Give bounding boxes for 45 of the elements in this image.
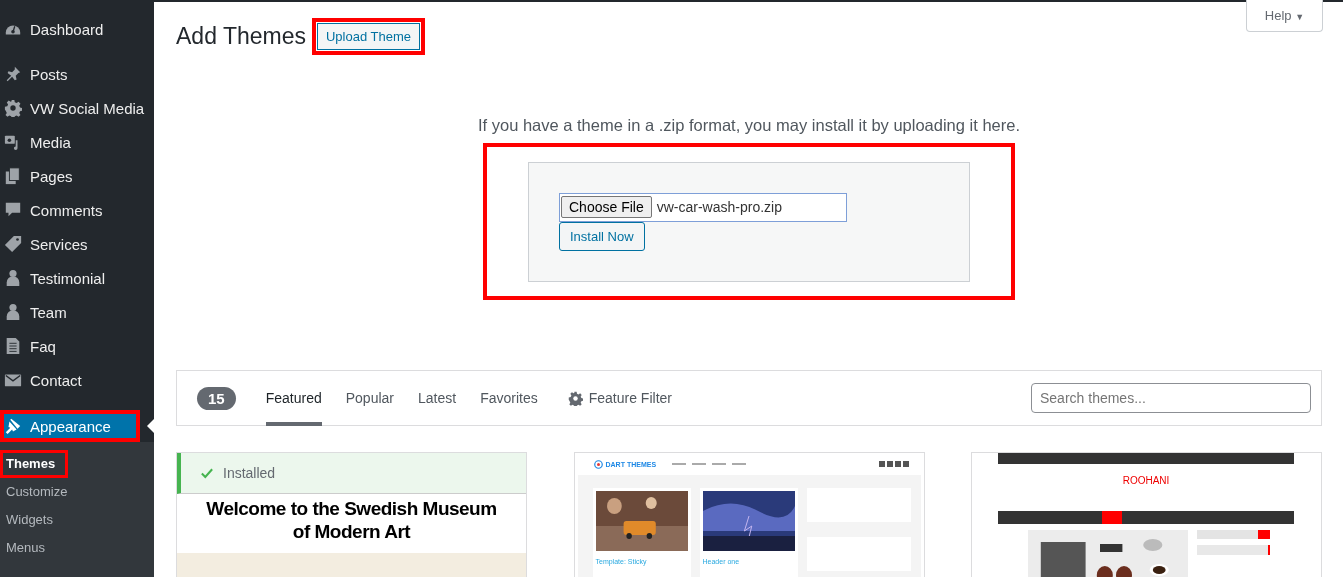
target-icon bbox=[593, 459, 603, 469]
sidebar-item[interactable]: Testimonial bbox=[0, 261, 154, 295]
sidebar-item[interactable]: Comments bbox=[0, 193, 154, 227]
sidebar-item[interactable]: Dashboard bbox=[0, 12, 154, 46]
sidebar-item[interactable]: Media bbox=[0, 125, 154, 159]
preview-logo: ROOHANI bbox=[1121, 474, 1171, 488]
submenu-item[interactable]: Widgets bbox=[0, 506, 154, 534]
submenu-item[interactable]: Menus bbox=[0, 534, 154, 562]
gear-icon bbox=[4, 99, 22, 117]
person-icon bbox=[4, 269, 22, 287]
install-now-button[interactable]: Install Now bbox=[559, 221, 645, 251]
sidebar-item[interactable]: Contact bbox=[0, 363, 154, 397]
sidebar-item[interactable]: Posts bbox=[0, 57, 154, 91]
sidebar-item[interactable]: Faq bbox=[0, 329, 154, 363]
pin-icon bbox=[4, 65, 22, 83]
theme-card[interactable]: Installed Welcome to the Swedish Museum of Modern Art bbox=[176, 452, 527, 577]
help-tab[interactable]: Help ▼ bbox=[1246, 0, 1323, 32]
sidebar-item[interactable]: Pages bbox=[0, 159, 154, 193]
theme-card[interactable]: ROOHANI bbox=[971, 452, 1322, 577]
sidebar-item[interactable]: VW Social Media bbox=[0, 91, 154, 125]
person-icon bbox=[4, 303, 22, 321]
submenu-item[interactable]: Customize bbox=[0, 478, 154, 506]
feature-filter-button[interactable]: Feature Filter bbox=[588, 390, 672, 406]
brush-icon bbox=[4, 417, 22, 435]
filter-tab[interactable]: Latest bbox=[418, 370, 457, 426]
filter-tab[interactable]: Favorites bbox=[480, 370, 538, 426]
tag-icon bbox=[4, 235, 22, 253]
sidebar-item[interactable]: Team bbox=[0, 295, 154, 329]
check-icon bbox=[201, 467, 213, 479]
upload-description: If you have a theme in a .zip format, you may install it by uploading it here. bbox=[476, 116, 1021, 136]
installed-label: Installed bbox=[223, 465, 276, 481]
page-title: Add Themes bbox=[176, 22, 306, 50]
document-icon bbox=[4, 337, 22, 355]
submenu-item[interactable]: Themes bbox=[0, 450, 68, 478]
social-icons-drawing bbox=[878, 461, 909, 467]
upload-theme-button[interactable]: Upload Theme bbox=[317, 22, 421, 50]
preview-headline: Welcome to the Swedish Museum of Modern Art bbox=[205, 497, 498, 543]
sidebar-item[interactable]: Services bbox=[0, 227, 154, 261]
gear-icon bbox=[567, 390, 583, 406]
search-field[interactable]: Search themes... bbox=[1031, 383, 1311, 413]
file-input[interactable]: Choose File vw-car-wash-pro.zip bbox=[559, 192, 847, 222]
filter-tab[interactable]: Popular bbox=[345, 370, 394, 426]
pages-icon bbox=[4, 167, 22, 185]
theme-count: 15 bbox=[197, 386, 236, 410]
filter-tab[interactable]: Featured bbox=[265, 370, 322, 426]
